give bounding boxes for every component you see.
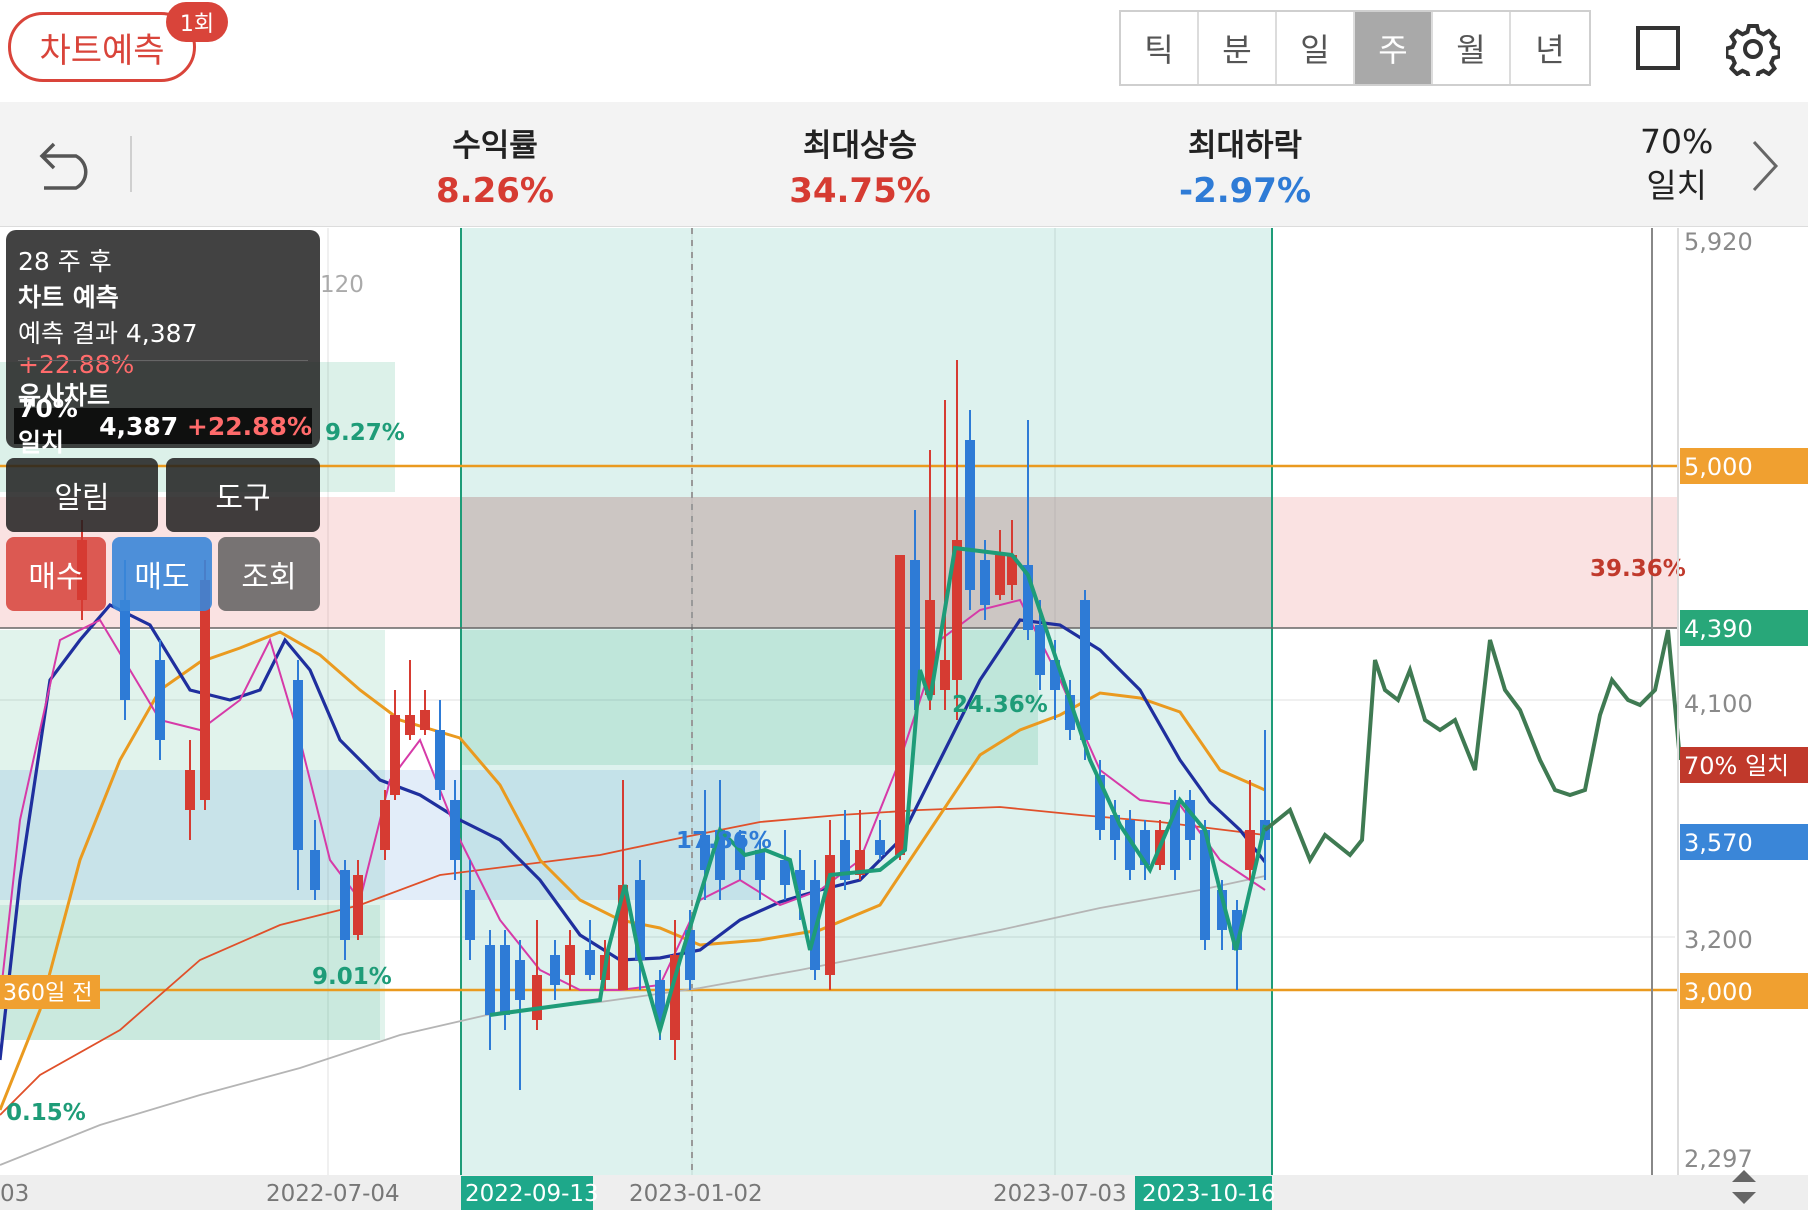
chart-predict-label: 차트예측 [39,30,165,71]
period-month[interactable]: 월 [1433,12,1511,84]
match-label: 일치 [1646,166,1708,205]
price-axis-label: 2,297 [1684,1145,1753,1173]
return-label: 수익률 [452,128,538,164]
predict-count-badge: 1회 [166,2,228,42]
sell-label: 매도 [134,560,190,595]
max-rise-label: 최대상승 [802,128,918,164]
undo-icon[interactable] [36,136,100,192]
max-fall-label: 최대하락 [1187,128,1303,164]
period-week[interactable]: 주 [1355,12,1433,84]
tooltip-result-price: 4,387 [125,319,198,348]
tooltip-title: 차트 예측 [18,283,119,312]
price-axis-label: 3,200 [1684,926,1753,954]
chevron-right-icon[interactable] [1750,138,1780,194]
tooltip-result-label: 예측 결과 [18,319,118,348]
box-label: 17.86% [676,828,772,854]
match-percent: 70% [1640,122,1714,161]
price-tag-label: 3,570 [1684,829,1753,857]
max-fall-value: -2.97% [1178,171,1312,211]
overlap-zone [460,497,1272,628]
red-zone-label: 39.36% [1590,556,1686,582]
max-fall-stat: 최대하락 -2.97% [1160,120,1330,211]
result-stats-bar: 수익률 8.26% 최대상승 34.75% 최대하락 -2.97% 70% 일치 [0,102,1808,227]
fullscreen-square-icon[interactable] [1636,26,1680,70]
tooltip-period: 28 주 후 [18,247,112,276]
tools-label: 도구 [215,481,271,516]
top-toolbar: 차트예측 1회 틱 분 일 주 월 년 [0,0,1808,102]
return-value: 8.26% [436,171,554,211]
tooltip-divider [18,360,308,361]
period-year[interactable]: 년 [1511,12,1589,84]
period-minute[interactable]: 분 [1199,12,1277,84]
box-label: 0.15% [6,1100,86,1126]
ma-legend-text: 120 [320,272,364,298]
days-ago-label: 360일 전 [3,981,92,1006]
period-selector: 틱 분 일 주 월 년 [1119,10,1591,86]
price-tag-label: 70% 일치 [1684,752,1789,780]
price-tag-label: 5,000 [1684,453,1753,481]
gear-icon[interactable] [1726,22,1780,76]
buy-button[interactable]: 매수 [6,537,106,611]
tools-button[interactable]: 도구 [166,458,320,532]
range-end-date: 2023-10-16 [1142,1181,1276,1207]
return-stat: 수익률 8.26% [420,120,570,211]
date-axis-label: 2023-01-02 [629,1181,763,1207]
alert-label: 알림 [54,481,110,516]
buy-label: 매수 [28,560,84,595]
box-label: 9.01% [312,964,392,990]
date-axis-label: 03 [0,1181,29,1207]
match-indicator[interactable]: 70% 일치 [1640,120,1713,208]
box-label: 24.36% [952,692,1048,718]
tooltip-result-change: +22.88% [18,350,135,379]
date-axis-label: 2022-07-04 [266,1181,400,1207]
forecast-line [1263,629,1682,865]
alert-button[interactable]: 알림 [6,458,158,532]
price-axis-label: 4,100 [1684,690,1753,718]
inquiry-label: 조회 [241,560,297,595]
range-start-date: 2022-09-13 [465,1181,599,1207]
tooltip-similar-price: 4,387 [99,411,179,441]
price-axis-label: 5,920 [1684,228,1753,256]
date-axis-label: 2023-07-03 [993,1181,1127,1207]
tooltip-result-row: 예측 결과 4,387 +22.88% [18,314,320,379]
tooltip-similar-row: 70% 일치 4,387 +22.88% [14,394,312,457]
tooltip-similar-label: 70% 일치 [18,393,78,457]
max-rise-value: 34.75% [789,171,931,211]
prediction-tooltip: 28 주 후 차트 예측 예측 결과 4,387 +22.88% 유사차트 70… [6,230,320,457]
max-rise-stat: 최대상승 34.75% [775,120,945,211]
divider [130,136,132,192]
sell-button[interactable]: 매도 [112,537,212,611]
inquiry-button[interactable]: 조회 [218,537,320,611]
tooltip-similar-change: +22.88% [186,411,312,441]
price-tag-label: 4,390 [1684,615,1753,643]
box-label: 9.27% [325,420,405,446]
period-day[interactable]: 일 [1277,12,1355,84]
period-tick[interactable]: 틱 [1121,12,1199,84]
price-tag-label: 3,000 [1684,978,1753,1006]
